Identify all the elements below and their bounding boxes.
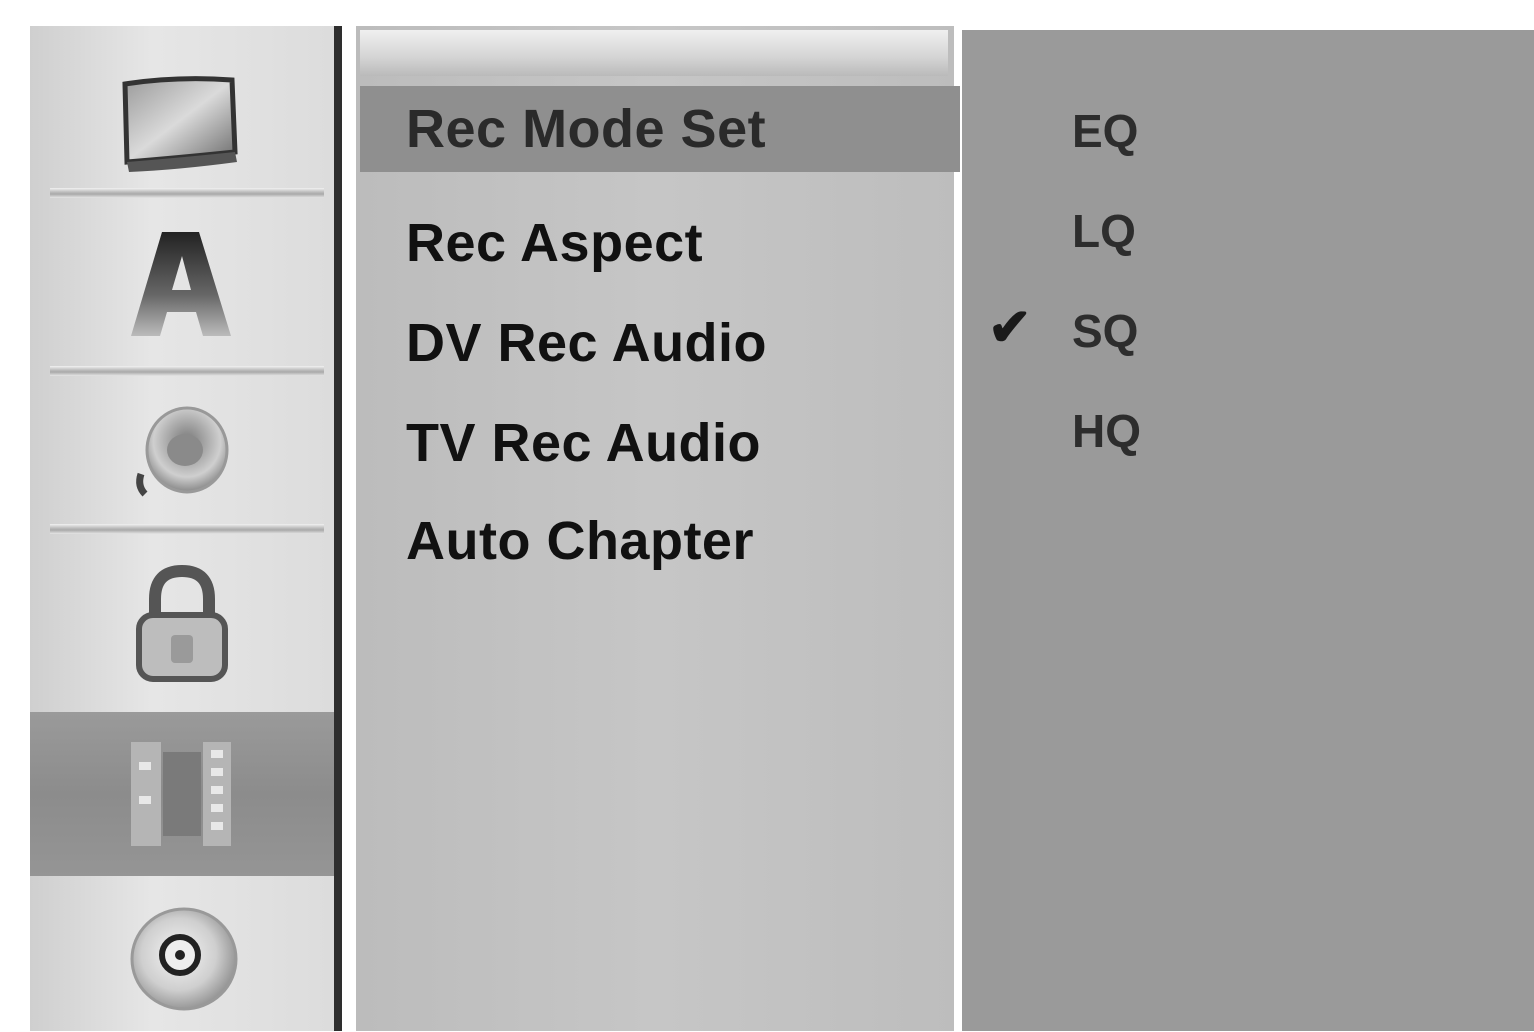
menu-item-label: Rec Mode Set — [406, 99, 767, 159]
record-film-icon — [131, 742, 231, 846]
category-display[interactable] — [30, 46, 334, 196]
audio-speaker-icon — [136, 406, 229, 497]
settings-category-sidebar — [30, 26, 334, 1031]
tv-screen-icon — [122, 76, 238, 172]
rec-mode-options-panel: EQ LQ ✔ SQ HQ — [962, 30, 1534, 1031]
menu-item-dv-rec-audio[interactable]: DV Rec Audio — [406, 312, 767, 374]
menu-item-auto-chapter[interactable]: Auto Chapter — [406, 510, 754, 572]
sidebar-separator — [50, 188, 324, 198]
category-language[interactable] — [30, 204, 334, 364]
menu-header-bar — [360, 30, 948, 76]
menu-item-rec-aspect[interactable]: Rec Aspect — [406, 212, 703, 274]
language-a-icon — [131, 232, 231, 336]
option-hq[interactable]: HQ — [1072, 404, 1141, 458]
menu-item-tv-rec-audio[interactable]: TV Rec Audio — [406, 412, 761, 474]
option-eq[interactable]: EQ — [1072, 104, 1138, 158]
category-recording[interactable] — [30, 712, 334, 876]
check-icon: ✔ — [988, 299, 1032, 357]
category-audio[interactable] — [30, 382, 334, 522]
sidebar-divider — [334, 26, 342, 1031]
category-disc[interactable] — [30, 882, 334, 1032]
option-sq[interactable]: SQ — [1072, 304, 1138, 358]
sidebar-separator — [50, 524, 324, 534]
menu-item-rec-mode-set[interactable]: Rec Mode Set — [360, 86, 960, 172]
disc-icon — [130, 907, 238, 1011]
category-lock[interactable] — [30, 540, 334, 710]
option-lq[interactable]: LQ — [1072, 204, 1136, 258]
lock-icon — [136, 565, 228, 682]
setup-menu-panel: Rec Mode Set Rec Aspect DV Rec Audio TV … — [356, 26, 960, 1031]
sidebar-separator — [50, 366, 324, 376]
